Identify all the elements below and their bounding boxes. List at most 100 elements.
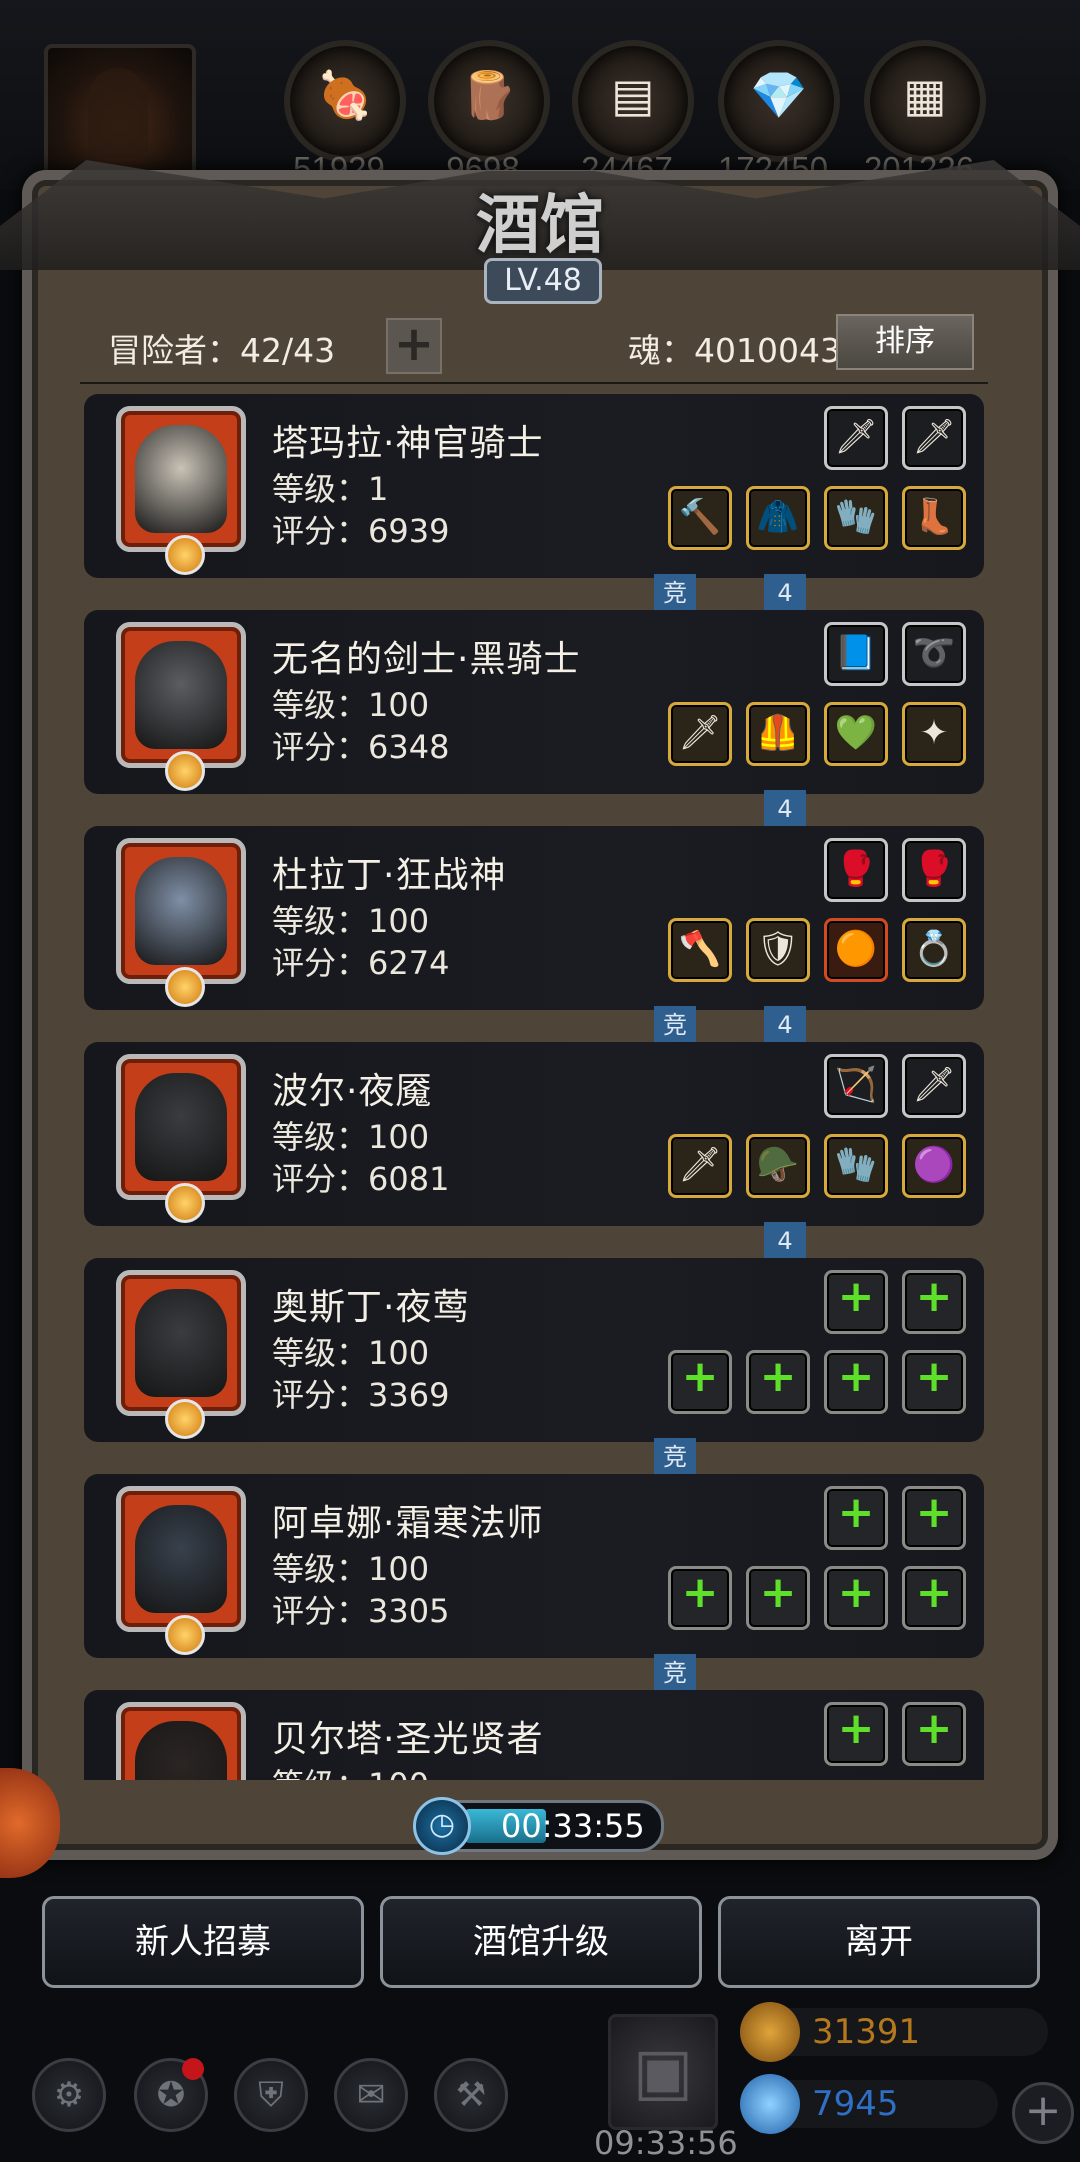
hero-card[interactable]: 塔玛拉·神官骑士 等级：1 评分：6939 🗡 🗡 🔨 🧥 🧤 👢 [84, 394, 984, 578]
gift-box-icon[interactable]: ▣ [608, 2014, 718, 2130]
hero-portrait[interactable] [116, 1270, 246, 1439]
hero-score: 评分：6939 [272, 512, 450, 550]
empty-gear-slot[interactable]: + [668, 1566, 732, 1630]
timer-text: 00:33:55 [501, 1807, 645, 1845]
weapon-slot[interactable]: ➰ [902, 622, 966, 686]
gear-slot[interactable]: ✦ [902, 702, 966, 766]
empty-gear-slot[interactable]: + [902, 1566, 966, 1630]
gear-slot[interactable]: 👢 [902, 486, 966, 550]
gear-slot[interactable]: 💚 [824, 702, 888, 766]
armory-icon[interactable]: ⛨ [234, 2058, 308, 2132]
hero-name: 阿卓娜·霜寒法师 [272, 1503, 544, 1544]
weapon-slot[interactable]: 🗡 [902, 406, 966, 470]
hero-name: 贝尔塔·圣光贤者 [272, 1719, 544, 1760]
gear-slot[interactable]: 🗡 [668, 1134, 732, 1198]
gear-slot[interactable]: 🧥 [746, 486, 810, 550]
coal-icon[interactable]: ▦ [864, 40, 986, 162]
hero-portrait[interactable] [116, 838, 246, 1007]
add-icon: + [837, 1567, 875, 1618]
hero-card[interactable]: 杜拉丁·狂战神 等级：100 评分：6274 🥊 🥊 🪓 🛡 🟠 💍 [84, 826, 984, 1010]
hero-level: 等级：100 [272, 902, 430, 940]
tavern-timer: ◷ 00:33:55 [413, 1797, 664, 1855]
empty-weapon-slot[interactable]: + [824, 1270, 888, 1334]
empty-gear-slot[interactable]: + [668, 1350, 732, 1414]
gear-slot[interactable]: 💍 [902, 918, 966, 982]
gear-slot[interactable]: 🟣 [902, 1134, 966, 1198]
item-icon: 🛡 [756, 929, 800, 969]
gear-slot[interactable]: 🛡 [746, 918, 810, 982]
add-adventurer-button[interactable]: + [386, 318, 442, 374]
empty-weapon-slot[interactable]: + [902, 1486, 966, 1550]
hero-card[interactable]: 奥斯丁·夜莺 等级：100 评分：3369 + + + + + + [84, 1258, 984, 1442]
hero-card[interactable]: 阿卓娜·霜寒法师 等级：100 评分：3305 + + + + + + [84, 1474, 984, 1658]
empty-weapon-slot[interactable]: + [824, 1702, 888, 1766]
add-icon: + [915, 1351, 953, 1402]
empty-gear-slot[interactable]: + [824, 1350, 888, 1414]
hero-level: 等级：100 [272, 1334, 430, 1372]
leave-button[interactable]: 离开 [718, 1896, 1040, 1988]
gear-icon[interactable]: ⚙ [32, 2058, 106, 2132]
weapon-slot[interactable]: 🗡 [902, 1054, 966, 1118]
item-icon: 🥊 [834, 849, 878, 889]
hero-card[interactable]: 贝尔塔·圣光贤者等级：100 + + [84, 1690, 984, 1780]
gear-slot[interactable]: 🗡 [668, 702, 732, 766]
gear-slot[interactable]: 🔨 [668, 486, 732, 550]
hero-level: 等级：100 [272, 1760, 429, 1780]
add-icon: + [681, 1351, 719, 1402]
item-icon: 🥊 [912, 849, 956, 889]
gold-bar: 31391 [740, 2002, 1048, 2062]
gear-slot[interactable]: 🟠 [824, 918, 888, 982]
hero-name: 奥斯丁·夜莺 [272, 1287, 470, 1328]
upgrade-tavern-button[interactable]: 酒馆升级 [380, 1896, 702, 1988]
iron-icon[interactable]: ▤ [572, 40, 694, 162]
hero-portrait[interactable] [116, 1702, 246, 1780]
hero-score: 评分：6348 [272, 728, 450, 766]
hero-portrait[interactable] [116, 1054, 246, 1223]
hero-portrait[interactable] [116, 622, 246, 791]
hero-face [135, 857, 227, 965]
item-icon: 💍 [912, 929, 956, 969]
meat-icon[interactable]: 🍖 [284, 40, 406, 162]
hero-face [135, 641, 227, 749]
item-icon: 🧥 [756, 497, 800, 537]
wood-icon[interactable]: 🪵 [428, 40, 550, 162]
empty-gear-slot[interactable]: + [746, 1566, 810, 1630]
empty-weapon-slot[interactable]: + [902, 1702, 966, 1766]
soul-count: 魂：4010043 [628, 331, 841, 370]
weapon-slot[interactable]: 🗡 [824, 406, 888, 470]
gear-slot[interactable]: 🪖 [746, 1134, 810, 1198]
hero-portrait[interactable] [116, 1486, 246, 1655]
empty-gear-slot[interactable]: + [824, 1566, 888, 1630]
empty-weapon-slot[interactable]: + [902, 1270, 966, 1334]
tavern-level-badge: LV.48 [484, 258, 602, 304]
hero-card[interactable]: 波尔·夜魇 等级：100 评分：6081 🏹 🗡 🗡 🪖 🧤 🟣 [84, 1042, 984, 1226]
empty-gear-slot[interactable]: + [746, 1350, 810, 1414]
gear-slot[interactable]: 🦺 [746, 702, 810, 766]
weapon-slot[interactable]: 📘 [824, 622, 888, 686]
empty-gear-slot[interactable]: + [902, 1350, 966, 1414]
forge-icon[interactable]: ⚒ [434, 2058, 508, 2132]
hero-name: 塔玛拉·神官骑士 [272, 423, 544, 464]
gear-slot[interactable]: 🪓 [668, 918, 732, 982]
recruit-button[interactable]: 新人招募 [42, 1896, 364, 1988]
mail-icon[interactable]: ✉ [334, 2058, 408, 2132]
crystal-icon[interactable]: 💎 [718, 40, 840, 162]
weapon-slot[interactable]: 🥊 [824, 838, 888, 902]
add-currency-button[interactable]: + [1012, 2082, 1074, 2144]
gear-slot[interactable]: 🧤 [824, 1134, 888, 1198]
hero-card[interactable]: 无名的剑士·黑骑士 等级：100 评分：6348 📘 ➰ 🗡 🦺 💚 ✦ [84, 610, 984, 794]
hero-name: 杜拉丁·狂战神 [272, 855, 507, 896]
tavern-title: 酒馆 [476, 188, 604, 263]
hero-face [135, 1721, 227, 1780]
sort-button[interactable]: 排序 [836, 314, 974, 370]
item-icon: 👢 [912, 497, 956, 537]
weapon-slot[interactable]: 🥊 [902, 838, 966, 902]
hero-face [135, 425, 227, 533]
empty-weapon-slot[interactable]: + [824, 1486, 888, 1550]
hero-portrait[interactable] [116, 406, 246, 575]
weapon-slot[interactable]: 🏹 [824, 1054, 888, 1118]
hero-list[interactable]: 塔玛拉·神官骑士 等级：1 评分：6939 🗡 🗡 🔨 🧥 🧤 👢 竞 4 无名的剑士·黑骑士 等级：1… [84, 394, 992, 1780]
item-icon: 🪖 [756, 1145, 800, 1185]
hero-face [135, 1505, 227, 1613]
gear-slot[interactable]: 🧤 [824, 486, 888, 550]
